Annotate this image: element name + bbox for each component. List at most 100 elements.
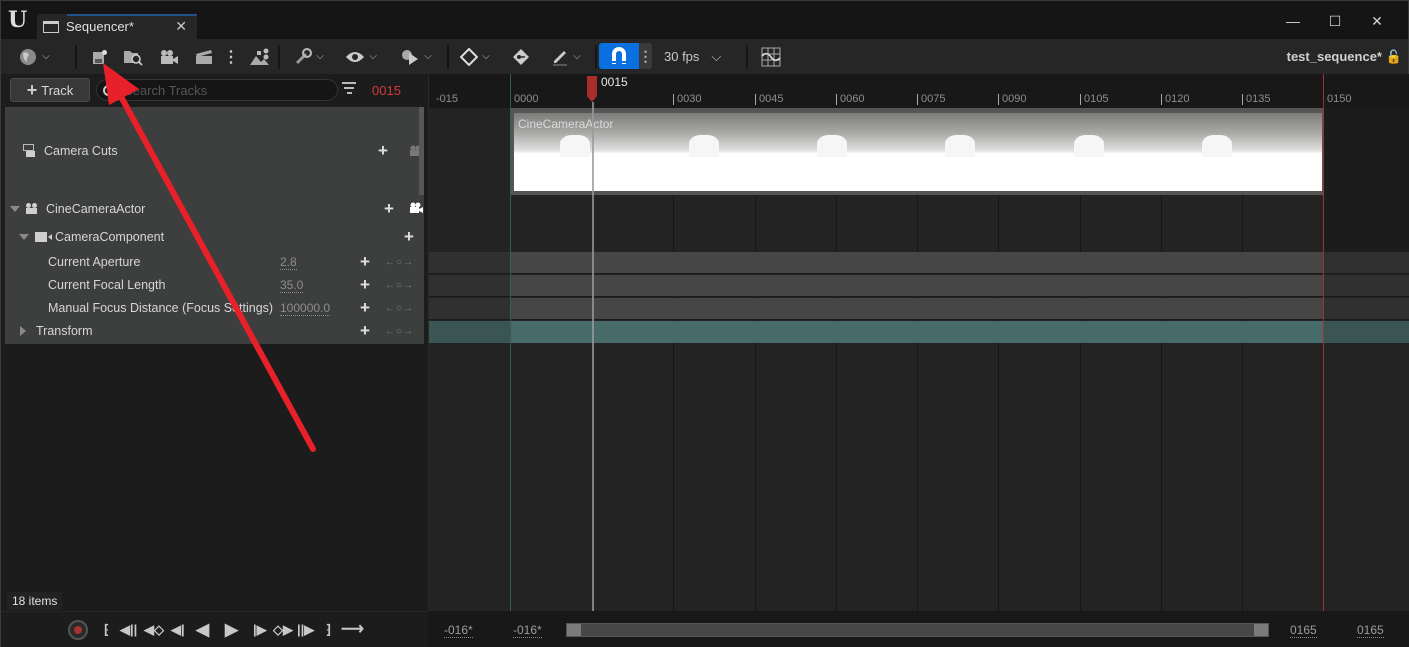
ruler-tick: 0030 xyxy=(673,94,701,105)
add-button[interactable]: + xyxy=(404,227,414,247)
key-navigation-icon[interactable]: ←○→ xyxy=(385,303,414,314)
view-range-scrollbar[interactable] xyxy=(566,623,1269,637)
current-frame-display[interactable]: 0015 xyxy=(372,83,401,98)
working-end-field[interactable]: 0165 xyxy=(1290,623,1317,638)
track-manual-focus-distance[interactable]: Manual Focus Distance (Focus Settings) 1… xyxy=(5,298,424,318)
hierarchy-button[interactable] xyxy=(246,39,272,74)
tab-close-button[interactable]: ✕ xyxy=(175,18,187,35)
property-value[interactable]: 100000.0 xyxy=(280,301,331,316)
add-key-button[interactable] xyxy=(509,39,533,74)
ruler-tick: 0105 xyxy=(1080,94,1108,105)
jump-forward-button[interactable]: ||▶ xyxy=(297,621,314,639)
view-end-field[interactable]: 0165 xyxy=(1357,623,1384,638)
camera-shot-thumbnail[interactable]: CineCameraActor xyxy=(514,113,1322,191)
play-button[interactable]: ▶ xyxy=(225,621,238,639)
track-camera-component[interactable]: CameraComponent + xyxy=(5,227,424,247)
ruler-tick: 0150 xyxy=(1323,94,1351,105)
lane-current-focal-length[interactable] xyxy=(429,275,1409,297)
lane-transform[interactable] xyxy=(429,321,1409,343)
render-movie-button[interactable] xyxy=(191,39,217,74)
jump-to-start-button[interactable]: ⁅ xyxy=(104,621,109,639)
add-key-button[interactable]: + xyxy=(360,275,370,295)
track-current-focal-length[interactable]: Current Focal Length 35.0 + ←○→ xyxy=(5,275,424,295)
lock-icon[interactable]: 🔓 xyxy=(1386,49,1402,65)
ruler-tick: 0060 xyxy=(836,94,864,105)
search-input[interactable] xyxy=(124,82,324,98)
toolbar-separator xyxy=(278,45,280,69)
clapboard-icon xyxy=(196,49,212,64)
playback-end-marker[interactable] xyxy=(1323,74,1324,611)
range-end-handle[interactable] xyxy=(1254,624,1268,636)
expand-arrow-icon[interactable] xyxy=(10,206,20,212)
track-list-scrollbar[interactable] xyxy=(419,107,424,195)
key-navigation-icon[interactable]: ←○→ xyxy=(385,257,414,268)
toolbar: ⌵ ⋮ ⌵ ⌵ ⌵ ⌵ ⌵ ⋮ 30 fps ⌵ test_sequence* … xyxy=(1,39,1408,74)
lane-manual-focus-distance[interactable] xyxy=(429,298,1409,320)
add-track-button[interactable]: + Track xyxy=(10,78,90,102)
key-interp-menu-button[interactable]: ⌵ xyxy=(456,39,494,74)
chevron-down-icon: ⌵ xyxy=(573,51,581,62)
add-key-button[interactable]: + xyxy=(360,298,370,318)
search-icon xyxy=(103,84,114,96)
track-label: CameraComponent xyxy=(55,230,165,244)
tab-sequencer[interactable]: Sequencer* ✕ xyxy=(37,14,197,39)
key-navigation-icon[interactable]: ←○→ xyxy=(385,280,414,291)
transport-controls: ⁅ ◀|| ◀◇ ◀| ◀ ▶ |▶ ◇▶ ||▶ ⁆ ⟶ xyxy=(1,611,428,647)
track-list: Camera Cuts + CineCameraActor + CameraCo… xyxy=(5,107,424,344)
more-options-button[interactable]: ⋮ xyxy=(223,39,239,74)
world-menu-button[interactable]: ⌵ xyxy=(13,39,55,74)
prev-key-button[interactable]: ◀◇ xyxy=(144,621,164,639)
lane-current-aperture[interactable] xyxy=(429,252,1409,274)
framerate-menu-button[interactable]: 30 fps ⌵ xyxy=(664,39,721,74)
minimize-button[interactable]: — xyxy=(1272,9,1314,33)
tools-menu-button[interactable]: ⌵ xyxy=(288,39,330,74)
add-key-button[interactable]: + xyxy=(360,321,370,341)
jump-to-end-button[interactable]: ⁆ xyxy=(326,621,331,639)
add-button[interactable]: + xyxy=(384,199,394,219)
edit-tool-menu-button[interactable]: ⌵ xyxy=(547,39,585,74)
ruler-tick: -015 xyxy=(436,93,459,105)
view-start-field[interactable]: -016* xyxy=(444,623,473,638)
next-key-button[interactable]: ◇▶ xyxy=(273,621,293,639)
playback-start-marker[interactable] xyxy=(510,74,511,611)
add-button[interactable]: + xyxy=(378,141,388,161)
record-button[interactable] xyxy=(68,620,88,640)
curve-editor-button[interactable] xyxy=(759,39,783,74)
add-track-label: Track xyxy=(41,82,74,98)
playback-menu-button[interactable]: ⌵ xyxy=(396,39,436,74)
toolbar-separator xyxy=(746,45,748,69)
out-of-range-region xyxy=(1323,108,1409,252)
maximize-button[interactable]: ☐ xyxy=(1314,9,1356,33)
chevron-down-icon: ⌵ xyxy=(316,51,324,62)
working-start-field[interactable]: -016* xyxy=(513,623,542,638)
track-current-aperture[interactable]: Current Aperture 2.8 + ←○→ xyxy=(5,252,424,272)
step-forward-button[interactable]: |▶ xyxy=(253,621,267,639)
snap-toggle-button[interactable] xyxy=(599,43,639,69)
save-button[interactable] xyxy=(89,39,111,74)
track-area[interactable]: CineCameraActor xyxy=(429,108,1409,611)
range-start-handle[interactable] xyxy=(567,624,581,636)
add-key-button[interactable]: + xyxy=(360,252,370,272)
track-cine-camera-actor[interactable]: CineCameraActor + xyxy=(5,199,424,219)
property-value[interactable]: 35.0 xyxy=(280,278,304,293)
filter-button[interactable] xyxy=(342,82,356,96)
camera-button[interactable] xyxy=(157,39,181,74)
browse-button[interactable] xyxy=(121,39,145,74)
property-value[interactable]: 2.8 xyxy=(280,255,297,270)
jump-back-button[interactable]: ◀|| xyxy=(120,621,137,639)
time-ruler[interactable]: -015 0000 0030 0045 0060 0075 0090 0105 … xyxy=(429,74,1409,108)
expand-arrow-icon[interactable] xyxy=(20,326,26,336)
close-button[interactable]: ✕ xyxy=(1356,9,1398,33)
play-reverse-button[interactable]: ◀ xyxy=(196,621,209,639)
snap-options-button[interactable]: ⋮ xyxy=(639,43,653,69)
view-menu-button[interactable]: ⌵ xyxy=(341,39,381,74)
expand-arrow-icon[interactable] xyxy=(19,234,29,240)
pilot-camera-icon[interactable] xyxy=(409,202,423,214)
step-back-button[interactable]: ◀| xyxy=(171,621,185,639)
search-tracks-field[interactable] xyxy=(96,79,338,101)
key-navigation-icon[interactable]: ←○→ xyxy=(385,326,414,337)
track-transform[interactable]: Transform + ←○→ xyxy=(5,321,424,341)
ruler-tick: 0000 xyxy=(510,94,538,105)
track-camera-cuts[interactable]: Camera Cuts + xyxy=(5,141,424,161)
loop-mode-button[interactable]: ⟶ xyxy=(341,621,364,639)
